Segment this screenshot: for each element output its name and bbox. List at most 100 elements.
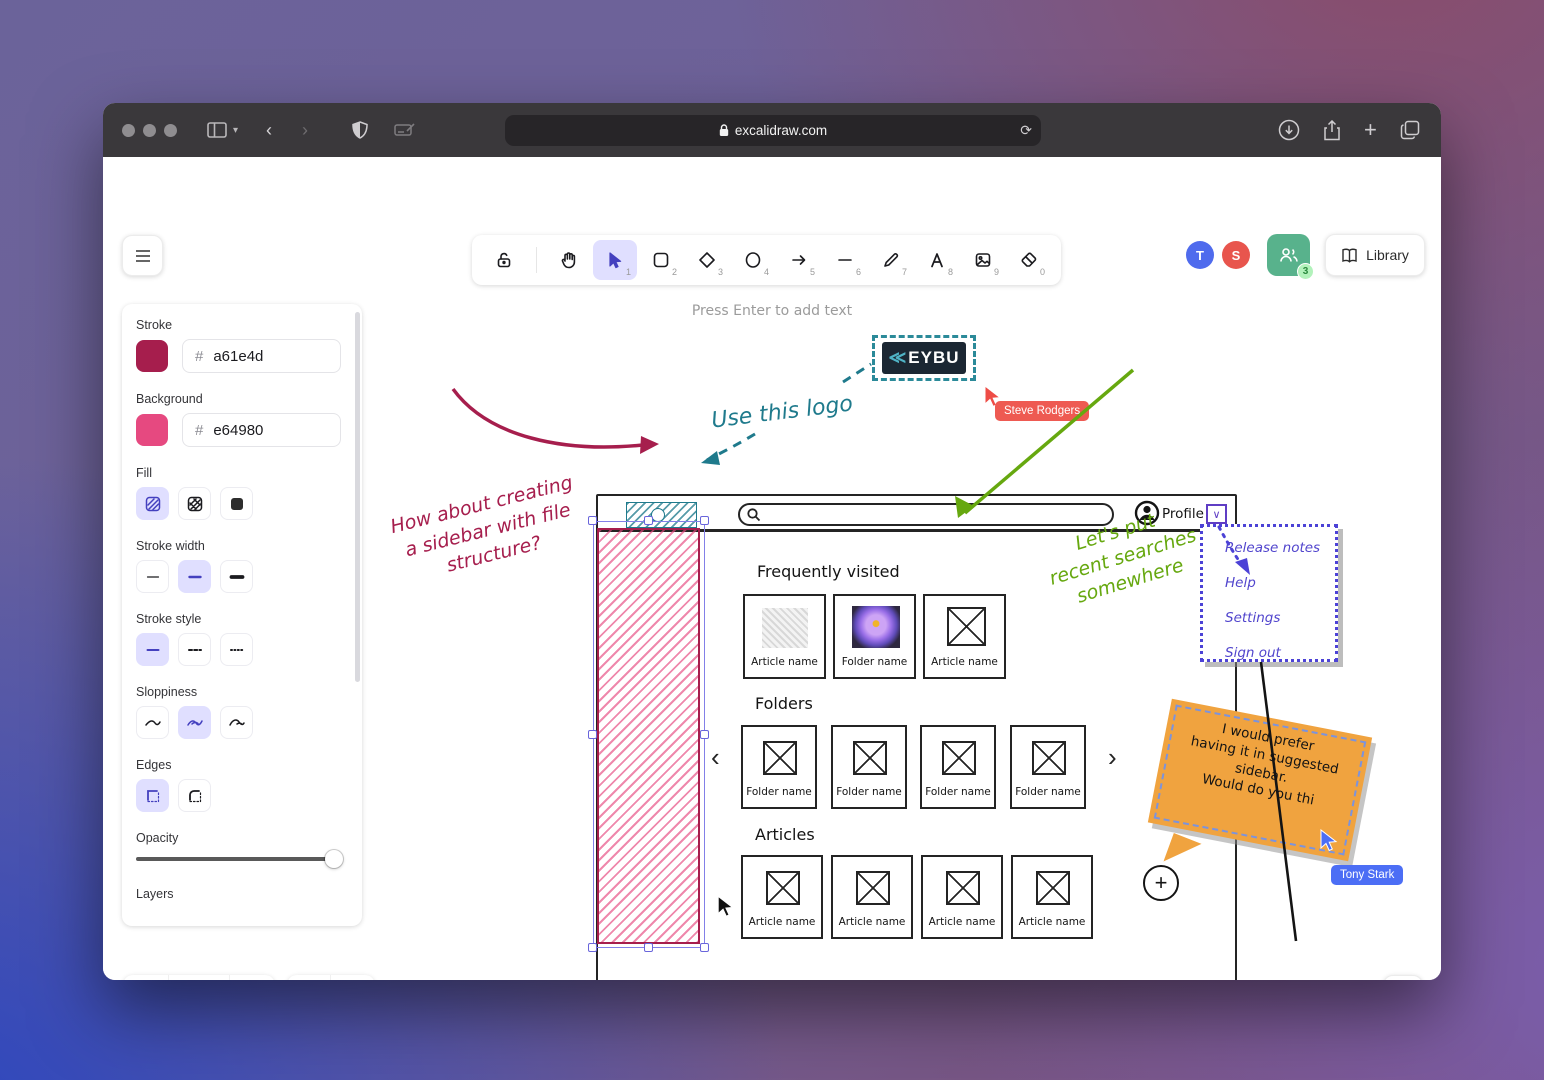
folder-card-1[interactable]: Folder name — [741, 725, 817, 809]
share-icon[interactable] — [1323, 120, 1341, 141]
tool-hand[interactable] — [547, 240, 591, 280]
keybu-logo[interactable]: ≪EYBU — [882, 342, 966, 374]
lock-icon — [719, 124, 729, 137]
keybu-logo-selection-frame[interactable]: ≪EYBU — [872, 335, 976, 381]
selection-handle-n[interactable] — [644, 516, 653, 525]
zoom-window-button[interactable] — [164, 124, 177, 137]
stroke-style-label: Stroke style — [136, 612, 362, 626]
new-tab-icon[interactable]: + — [1364, 117, 1377, 143]
folder-card-2[interactable]: Folder name — [831, 725, 907, 809]
main-menu-button[interactable] — [122, 235, 163, 276]
library-button[interactable]: Library — [1325, 234, 1425, 276]
url-bar[interactable]: excalidraw.com ⟳ — [505, 115, 1041, 146]
stroke-style-solid-button[interactable] — [136, 633, 169, 666]
tool-ellipse[interactable]: 4 — [731, 240, 775, 280]
close-window-button[interactable] — [122, 124, 135, 137]
tool-arrow[interactable]: 5 — [777, 240, 821, 280]
background-hex-input[interactable]: #e64980 — [182, 413, 341, 447]
properties-panel: Stroke #a61e4d Background #e64980 Fill — [122, 304, 362, 926]
image-placeholder — [856, 871, 890, 905]
tool-text[interactable]: 8 — [915, 240, 959, 280]
selection-handle-se[interactable] — [700, 943, 709, 952]
sloppiness-artist-button[interactable] — [178, 706, 211, 739]
selection-handle-ne[interactable] — [700, 516, 709, 525]
tab-overview-icon[interactable] — [1400, 120, 1420, 140]
collaborator-count-badge: 3 — [1297, 263, 1314, 280]
stroke-color-swatch[interactable] — [136, 340, 168, 372]
opacity-slider-handle[interactable] — [325, 850, 343, 868]
tool-image[interactable]: 9 — [961, 240, 1005, 280]
fill-hachure-button[interactable] — [136, 487, 169, 520]
wireframe-profile-menu[interactable]: Release notes Help Settings Sign out — [1200, 524, 1338, 662]
reload-icon[interactable]: ⟳ — [1020, 122, 1032, 139]
fill-cross-hatch-button[interactable] — [178, 487, 211, 520]
collaborator-avatar-s[interactable]: S — [1222, 241, 1250, 269]
freq-card-3[interactable]: Article name — [923, 594, 1006, 679]
tool-diamond[interactable]: 3 — [685, 240, 729, 280]
use-this-logo-annotation[interactable]: Use this logo — [710, 391, 854, 433]
tool-line[interactable]: 6 — [823, 240, 867, 280]
layers-label: Layers — [136, 887, 362, 901]
menu-item-sign-out[interactable]: Sign out — [1225, 645, 1335, 661]
folder-card-3[interactable]: Folder name — [920, 725, 996, 809]
zoom-level[interactable]: 63% — [168, 975, 230, 980]
traffic-lights[interactable] — [122, 124, 177, 137]
collaborator-avatar-t[interactable]: T — [1186, 241, 1214, 269]
article-card-1[interactable]: Article name — [741, 855, 823, 939]
stroke-width-bold-button[interactable] — [178, 560, 211, 593]
image-placeholder — [947, 607, 986, 646]
tool-rectangle[interactable]: 2 — [639, 240, 683, 280]
browser-window: ▾ ‹ › excalidraw.com ⟳ + Press Enter to … — [103, 103, 1441, 980]
tool-selection[interactable]: 1 — [593, 240, 637, 280]
chevron-down-icon[interactable]: ▾ — [233, 125, 238, 136]
menu-item-settings[interactable]: Settings — [1225, 610, 1335, 626]
fill-solid-button[interactable] — [220, 487, 253, 520]
edges-sharp-button[interactable] — [136, 779, 169, 812]
zoom-in-button[interactable]: + — [230, 975, 275, 980]
article-card-2[interactable]: Article name — [831, 855, 913, 939]
undo-button[interactable]: ↶ — [287, 975, 331, 980]
live-collaboration-button[interactable]: 3 — [1267, 234, 1310, 276]
panel-scrollbar[interactable] — [355, 312, 360, 682]
image-placeholder — [946, 871, 980, 905]
stroke-hex-input[interactable]: #a61e4d — [182, 339, 341, 373]
selection-handle-sw[interactable] — [588, 943, 597, 952]
selection-handle-s[interactable] — [644, 943, 653, 952]
shield-icon[interactable] — [352, 121, 368, 139]
article-card-3[interactable]: Article name — [921, 855, 1003, 939]
help-button[interactable]: ? — [1383, 975, 1423, 980]
sloppiness-architect-button[interactable] — [136, 706, 169, 739]
sidebar-toggle-icon[interactable] — [207, 122, 227, 138]
wireframe-search-bar[interactable] — [738, 503, 1114, 526]
selection-handle-e[interactable] — [700, 730, 709, 739]
opacity-slider[interactable] — [136, 857, 341, 861]
tool-lock[interactable] — [482, 240, 526, 280]
menu-item-release-notes[interactable]: Release notes — [1225, 540, 1335, 556]
freq-card-1[interactable]: Article name — [743, 594, 826, 679]
zoom-out-button[interactable]: − — [123, 975, 168, 980]
sidebar-suggestion-annotation[interactable]: How about creating a sidebar with file s… — [372, 467, 604, 595]
menu-item-help[interactable]: Help — [1225, 575, 1335, 591]
tool-eraser[interactable]: 0 — [1007, 240, 1051, 280]
stroke-width-extrabold-button[interactable] — [220, 560, 253, 593]
downloads-icon[interactable] — [1278, 119, 1300, 141]
back-button[interactable]: ‹ — [266, 120, 272, 141]
folder-card-4[interactable]: Folder name — [1010, 725, 1086, 809]
minimize-window-button[interactable] — [143, 124, 156, 137]
wireframe-add-button[interactable]: + — [1143, 865, 1179, 901]
carousel-prev-icon[interactable]: ‹ — [711, 742, 720, 773]
stroke-style-dotted-button[interactable] — [220, 633, 253, 666]
carousel-next-icon[interactable]: › — [1108, 742, 1117, 773]
background-color-swatch[interactable] — [136, 414, 168, 446]
sloppiness-cartoonist-button[interactable] — [220, 706, 253, 739]
stroke-width-thin-button[interactable] — [136, 560, 169, 593]
article-card-4[interactable]: Article name — [1011, 855, 1093, 939]
tool-draw[interactable]: 7 — [869, 240, 913, 280]
freq-card-2[interactable]: Folder name — [833, 594, 916, 679]
page-settings-icon[interactable] — [394, 122, 416, 138]
edges-round-button[interactable] — [178, 779, 211, 812]
stroke-style-dashed-button[interactable] — [178, 633, 211, 666]
redo-button[interactable]: ↷ — [331, 975, 375, 980]
selection-handle-w[interactable] — [588, 730, 597, 739]
forward-button[interactable]: › — [302, 120, 308, 141]
